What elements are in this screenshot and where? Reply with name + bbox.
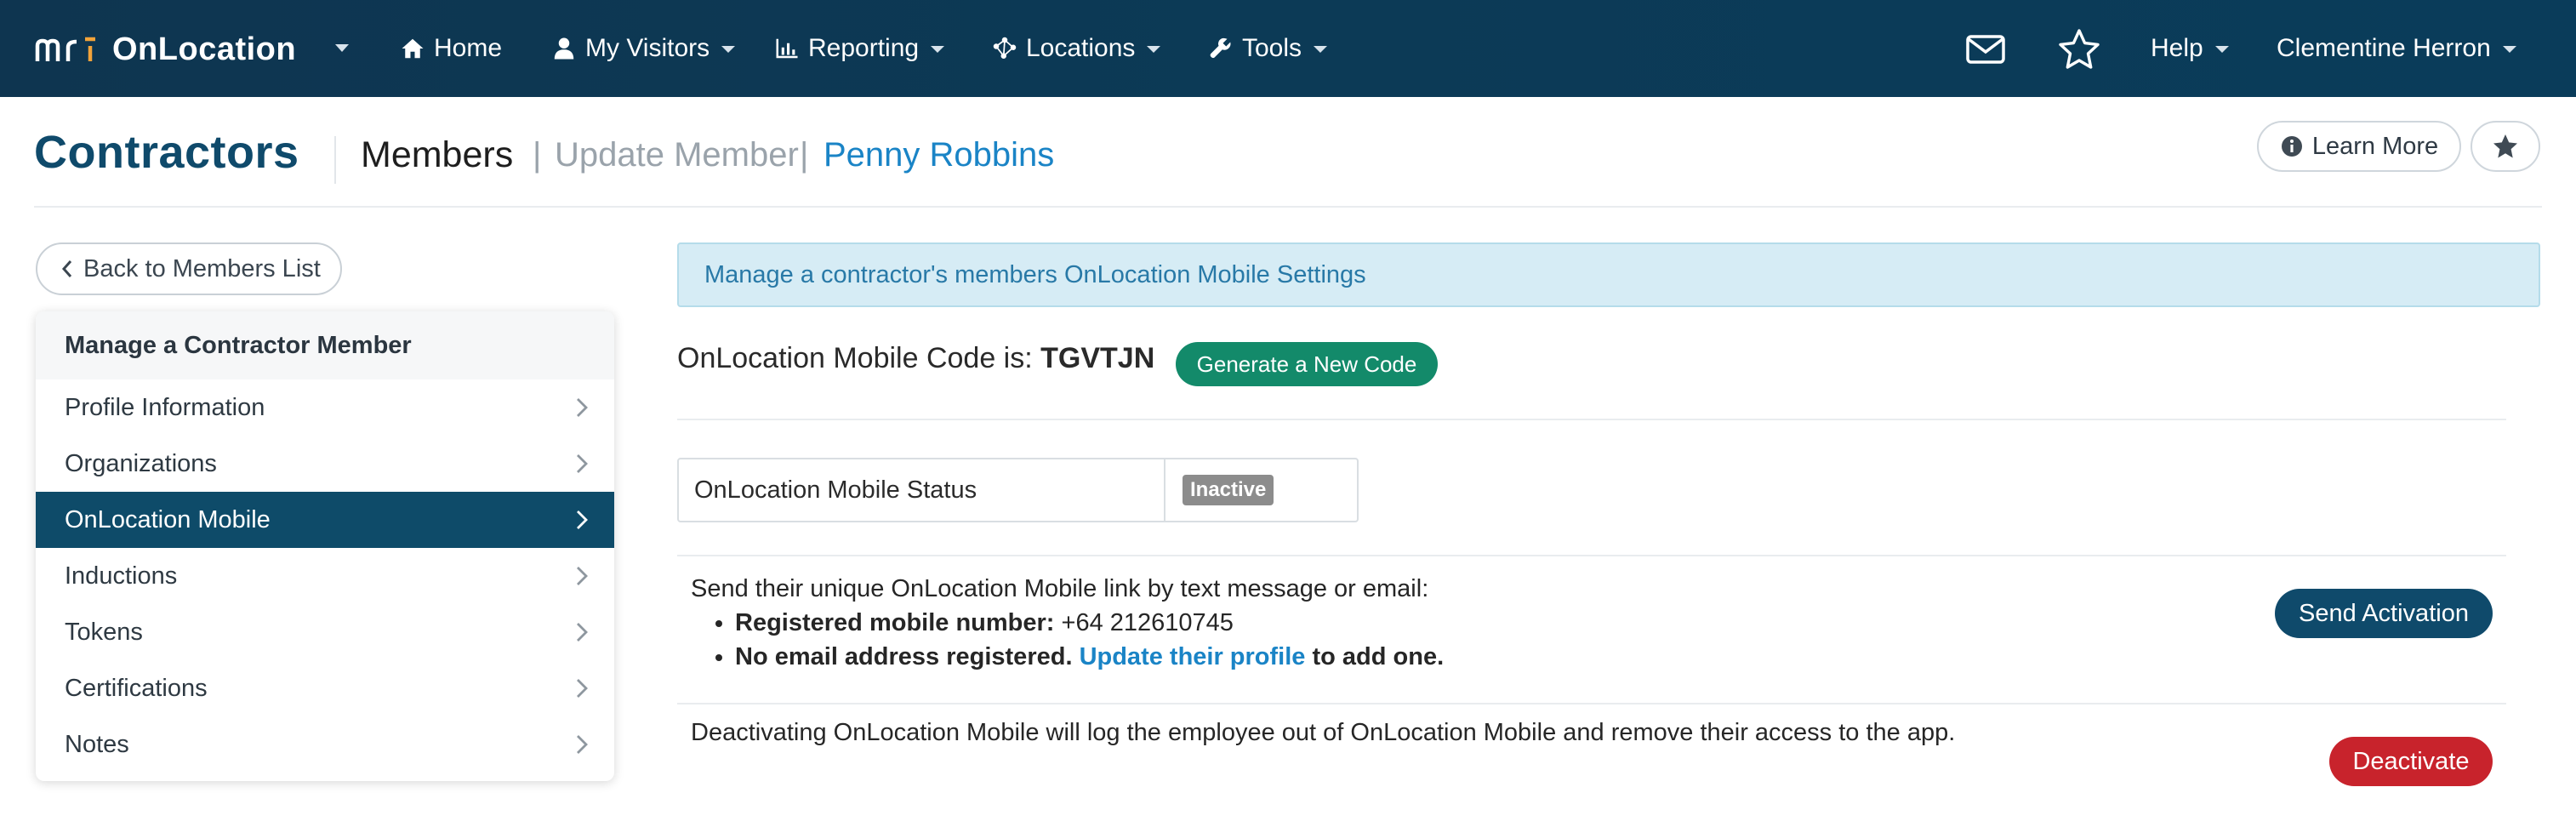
chevron-down-icon bbox=[2214, 46, 2229, 53]
brand-name: OnLocation bbox=[112, 31, 297, 67]
chevron-right-icon bbox=[577, 398, 588, 417]
chevron-right-icon bbox=[577, 567, 588, 585]
back-to-members-label: Back to Members List bbox=[83, 254, 321, 282]
title-divider bbox=[334, 136, 336, 184]
bookmark-page-button[interactable] bbox=[2471, 121, 2540, 172]
sidebar-item-label: Notes bbox=[65, 730, 129, 758]
chevron-right-icon bbox=[577, 510, 588, 529]
sidebar-item-certifications[interactable]: Certifications bbox=[36, 660, 614, 716]
user-menu[interactable]: Clementine Herron bbox=[2277, 26, 2516, 71]
mobile-number-label: Registered mobile number: bbox=[735, 609, 1055, 636]
user-icon bbox=[554, 37, 574, 60]
brand-dropdown-caret[interactable] bbox=[335, 44, 349, 52]
chevron-left-icon bbox=[61, 260, 72, 277]
side-menu-heading: Manage a Contractor Member bbox=[36, 311, 614, 379]
chevron-down-icon bbox=[1147, 46, 1161, 53]
breadcrumb-separator: | bbox=[533, 136, 542, 174]
sidebar-item-onlocation-mobile[interactable]: OnLocation Mobile bbox=[36, 492, 614, 548]
nav-tools[interactable]: Tools bbox=[1208, 26, 1328, 71]
update-profile-link[interactable]: Update their profile bbox=[1080, 643, 1306, 670]
sidebar-item-tokens[interactable]: Tokens bbox=[36, 604, 614, 660]
email-item: No email address registered. Update thei… bbox=[735, 640, 1444, 674]
mobile-status-label: OnLocation Mobile Status bbox=[679, 459, 1165, 521]
bar-chart-icon bbox=[776, 38, 798, 59]
chevron-down-icon bbox=[1314, 46, 1328, 53]
nav-help[interactable]: Help bbox=[2151, 26, 2229, 71]
status-badge: Inactive bbox=[1183, 475, 1274, 505]
chevron-down-icon bbox=[721, 46, 736, 53]
sidebar-item-organizations[interactable]: Organizations bbox=[36, 436, 614, 492]
nav-reporting[interactable]: Reporting bbox=[774, 26, 945, 71]
envelope-icon bbox=[1966, 35, 2005, 64]
chevron-right-icon bbox=[577, 679, 588, 698]
star-icon bbox=[2493, 134, 2517, 158]
sidebar-item-label: Certifications bbox=[65, 674, 208, 702]
breadcrumb-members[interactable]: Members bbox=[361, 134, 513, 176]
chevron-down-icon bbox=[2502, 46, 2516, 53]
send-activation-info: Send their unique OnLocation Mobile link… bbox=[691, 572, 1444, 674]
home-icon bbox=[402, 38, 424, 59]
sidebar-item-label: OnLocation Mobile bbox=[65, 505, 271, 533]
add-one-text: to add one. bbox=[1312, 643, 1445, 670]
sidebar-item-inductions[interactable]: Inductions bbox=[36, 548, 614, 604]
star-icon bbox=[2059, 29, 2100, 69]
nav-my-visitors-label: My Visitors bbox=[585, 34, 710, 62]
breadcrumb-member-name[interactable]: Penny Robbins bbox=[824, 136, 1054, 174]
nav-my-visitors[interactable]: My Visitors bbox=[551, 26, 736, 71]
mobile-number-item: Registered mobile number: +64 212610745 bbox=[735, 606, 1444, 640]
contact-list: Registered mobile number: +64 212610745 … bbox=[735, 606, 1444, 674]
chevron-right-icon bbox=[577, 454, 588, 473]
nav-locations[interactable]: Locations bbox=[992, 26, 1161, 71]
info-circle-icon bbox=[2281, 136, 2302, 157]
send-intro-text: Send their unique OnLocation Mobile link… bbox=[691, 575, 1429, 602]
brand-logo-link[interactable]: OnLocation bbox=[34, 24, 296, 75]
sidebar-item-label: Profile Information bbox=[65, 393, 265, 421]
no-email-text: No email address registered. bbox=[735, 643, 1073, 670]
chevron-down-icon bbox=[931, 46, 945, 53]
mobile-number-value: +64 212610745 bbox=[1061, 609, 1234, 636]
mobile-status-cell: Inactive bbox=[1165, 459, 1357, 521]
deactivate-button[interactable]: Deactivate bbox=[2329, 737, 2493, 786]
nav-tools-label: Tools bbox=[1242, 34, 1302, 62]
sidebar-item-profile-information[interactable]: Profile Information bbox=[36, 379, 614, 436]
breadcrumb-update-member: Update Member bbox=[555, 136, 799, 174]
learn-more-label: Learn More bbox=[2311, 132, 2439, 160]
favorites-button[interactable] bbox=[2057, 27, 2101, 71]
mobile-code-line: OnLocation Mobile Code is: TGVTJN bbox=[677, 342, 1154, 375]
nav-home-label: Home bbox=[434, 34, 503, 62]
generate-new-code-button[interactable]: Generate a New Code bbox=[1176, 342, 1438, 386]
mail-button[interactable] bbox=[1963, 27, 2008, 71]
mri-logo-icon bbox=[35, 37, 95, 61]
deactivate-description: Deactivating OnLocation Mobile will log … bbox=[691, 719, 1956, 746]
chevron-right-icon bbox=[577, 623, 588, 642]
sidebar-item-notes[interactable]: Notes bbox=[36, 716, 614, 773]
top-navbar: OnLocation Home My Visitors Reporting Lo… bbox=[0, 0, 2576, 97]
nav-reporting-label: Reporting bbox=[808, 34, 920, 62]
sidebar-item-label: Inductions bbox=[65, 562, 178, 590]
info-alert: Manage a contractor's members OnLocation… bbox=[677, 242, 2540, 307]
breadcrumb-separator: | bbox=[800, 136, 809, 174]
mobile-status-table: OnLocation Mobile Status Inactive bbox=[677, 458, 1359, 522]
learn-more-button[interactable]: Learn More bbox=[2257, 121, 2461, 172]
nav-locations-label: Locations bbox=[1026, 34, 1136, 62]
header-divider bbox=[34, 206, 2542, 208]
nav-help-label: Help bbox=[2151, 34, 2203, 62]
sidebar-item-label: Organizations bbox=[65, 449, 217, 477]
mobile-code-prefix: OnLocation Mobile Code is: bbox=[677, 342, 1033, 374]
section-divider bbox=[677, 703, 2506, 704]
wrench-icon bbox=[1210, 37, 1231, 59]
sidebar-item-label: Tokens bbox=[65, 618, 143, 646]
chevron-right-icon bbox=[577, 735, 588, 754]
network-icon bbox=[993, 37, 1017, 59]
nav-home[interactable]: Home bbox=[400, 26, 502, 71]
back-to-members-button[interactable]: Back to Members List bbox=[36, 242, 342, 295]
member-side-menu: Manage a Contractor Member Profile Infor… bbox=[36, 311, 614, 781]
section-divider bbox=[677, 419, 2506, 420]
page-title: Contractors bbox=[34, 127, 299, 178]
send-activation-button[interactable]: Send Activation bbox=[2275, 589, 2493, 638]
user-name: Clementine Herron bbox=[2277, 34, 2491, 62]
section-divider bbox=[677, 555, 2506, 556]
mobile-code-value: TGVTJN bbox=[1040, 342, 1155, 374]
